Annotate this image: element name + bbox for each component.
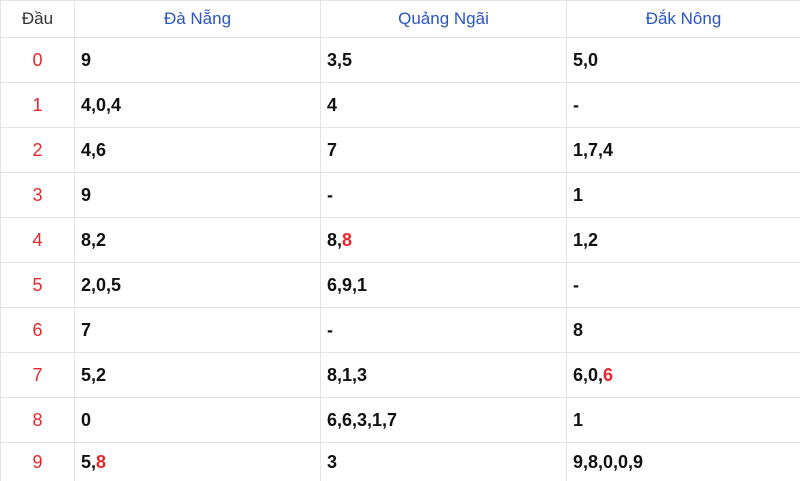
column-header-da-nang[interactable]: Đà Nẵng xyxy=(75,1,321,38)
tail-numbers-quang-ngai: 8,8 xyxy=(321,218,567,263)
table-row: 4 8,2 8,8 1,2 xyxy=(1,218,800,263)
tail-numbers-da-nang: 9 xyxy=(75,173,321,218)
tail-numbers-dak-nong: - xyxy=(567,263,800,308)
tail-numbers-da-nang: 2,0,5 xyxy=(75,263,321,308)
number-text: 9 xyxy=(81,185,91,205)
head-digit: 3 xyxy=(1,173,75,218)
number-text: 1,2 xyxy=(573,230,598,250)
tail-numbers-quang-ngai: 3 xyxy=(321,443,567,481)
table-row: 80 6,6,3,1,7 1 xyxy=(1,398,800,443)
tail-numbers-quang-ngai: 7 xyxy=(321,128,567,173)
number-text: 1 xyxy=(573,185,583,205)
number-text: 9,8,0,0,9 xyxy=(573,452,643,472)
head-digit: 6 xyxy=(1,308,75,353)
highlighted-number: 8 xyxy=(96,452,106,472)
tail-numbers-da-nang: 9 xyxy=(75,38,321,83)
number-text: 7 xyxy=(327,140,337,160)
head-digit: 8 xyxy=(1,398,75,443)
number-text: 4,6 xyxy=(81,140,106,160)
tail-numbers-dak-nong: 1 xyxy=(567,398,800,443)
number-text: 8,2 xyxy=(81,230,106,250)
tail-numbers-dak-nong: 5,0 xyxy=(567,38,800,83)
number-text: 8 xyxy=(573,320,583,340)
number-text: 4 xyxy=(327,95,337,115)
header-row: Đầu Đà Nẵng Quảng Ngãi Đắk Nông xyxy=(1,1,800,38)
table-row: 09 3,5 5,0 xyxy=(1,38,800,83)
highlighted-number: 8 xyxy=(342,230,352,250)
tail-numbers-da-nang: 5,2 xyxy=(75,353,321,398)
tail-numbers-da-nang: 4,6 xyxy=(75,128,321,173)
table-row: 1 4,0,4 4 - xyxy=(1,83,800,128)
tail-numbers-da-nang: 5,8 xyxy=(75,443,321,481)
tail-numbers-quang-ngai: 8,1,3 xyxy=(321,353,567,398)
head-digit: 2 xyxy=(1,128,75,173)
head-digit: 9 xyxy=(1,443,75,481)
table-row: 2 4,6 7 1,7,4 xyxy=(1,128,800,173)
table-body: 093,55,014,0,44-24,671,7,439-148,28,81,2… xyxy=(1,38,800,481)
tail-numbers-dak-nong: 8 xyxy=(567,308,800,353)
highlighted-number: 6 xyxy=(603,365,613,385)
number-text: - xyxy=(573,275,579,295)
tail-numbers-quang-ngai: 3,5 xyxy=(321,38,567,83)
tail-numbers-quang-ngai: 4 xyxy=(321,83,567,128)
tail-numbers-dak-nong: - xyxy=(567,83,800,128)
column-header-dak-nong[interactable]: Đắk Nông xyxy=(567,1,800,38)
number-text: 1 xyxy=(573,410,583,430)
number-text: 3 xyxy=(327,452,337,472)
tail-numbers-quang-ngai: 6,9,1 xyxy=(321,263,567,308)
head-digit: 5 xyxy=(1,263,75,308)
number-text: 9 xyxy=(81,50,91,70)
number-text: 7 xyxy=(81,320,91,340)
table-row: 5 2,0,5 6,9,1 - xyxy=(1,263,800,308)
tail-numbers-quang-ngai: - xyxy=(321,173,567,218)
tail-numbers-dak-nong: 1,7,4 xyxy=(567,128,800,173)
tail-numbers-dak-nong: 9,8,0,0,9 xyxy=(567,443,800,481)
number-text: 5,2 xyxy=(81,365,106,385)
number-text: 2,0,5 xyxy=(81,275,121,295)
tail-numbers-da-nang: 8,2 xyxy=(75,218,321,263)
tail-numbers-quang-ngai: 6,6,3,1,7 xyxy=(321,398,567,443)
number-text: - xyxy=(327,185,333,205)
loto-head-table: Đầu Đà Nẵng Quảng Ngãi Đắk Nông 093,55,0… xyxy=(0,0,800,481)
number-text: 1,7,4 xyxy=(573,140,613,160)
number-text: 5, xyxy=(81,452,96,472)
number-text: 0 xyxy=(81,410,91,430)
table-row: 67 - 8 xyxy=(1,308,800,353)
tail-numbers-dak-nong: 1,2 xyxy=(567,218,800,263)
table-row: 7 5,2 8,1,3 6,0,6 xyxy=(1,353,800,398)
table-row: 95,839,8,0,0,9 xyxy=(1,443,800,481)
tail-numbers-quang-ngai: - xyxy=(321,308,567,353)
number-text: 4,0,4 xyxy=(81,95,121,115)
number-text: 3,5 xyxy=(327,50,352,70)
tail-numbers-dak-nong: 6,0,6 xyxy=(567,353,800,398)
tail-numbers-da-nang: 7 xyxy=(75,308,321,353)
tail-numbers-da-nang: 4,0,4 xyxy=(75,83,321,128)
number-text: 6,6,3,1,7 xyxy=(327,410,397,430)
head-digit: 7 xyxy=(1,353,75,398)
number-text: 8,1,3 xyxy=(327,365,367,385)
tail-numbers-dak-nong: 1 xyxy=(567,173,800,218)
column-header-head: Đầu xyxy=(1,1,75,38)
head-digit: 1 xyxy=(1,83,75,128)
number-text: 6,9,1 xyxy=(327,275,367,295)
tail-numbers-da-nang: 0 xyxy=(75,398,321,443)
head-digit: 0 xyxy=(1,38,75,83)
head-digit: 4 xyxy=(1,218,75,263)
number-text: 6,0, xyxy=(573,365,603,385)
number-text: - xyxy=(327,320,333,340)
table-row: 39 - 1 xyxy=(1,173,800,218)
number-text: - xyxy=(573,95,579,115)
number-text: 5,0 xyxy=(573,50,598,70)
number-text: 8, xyxy=(327,230,342,250)
column-header-quang-ngai[interactable]: Quảng Ngãi xyxy=(321,1,567,38)
